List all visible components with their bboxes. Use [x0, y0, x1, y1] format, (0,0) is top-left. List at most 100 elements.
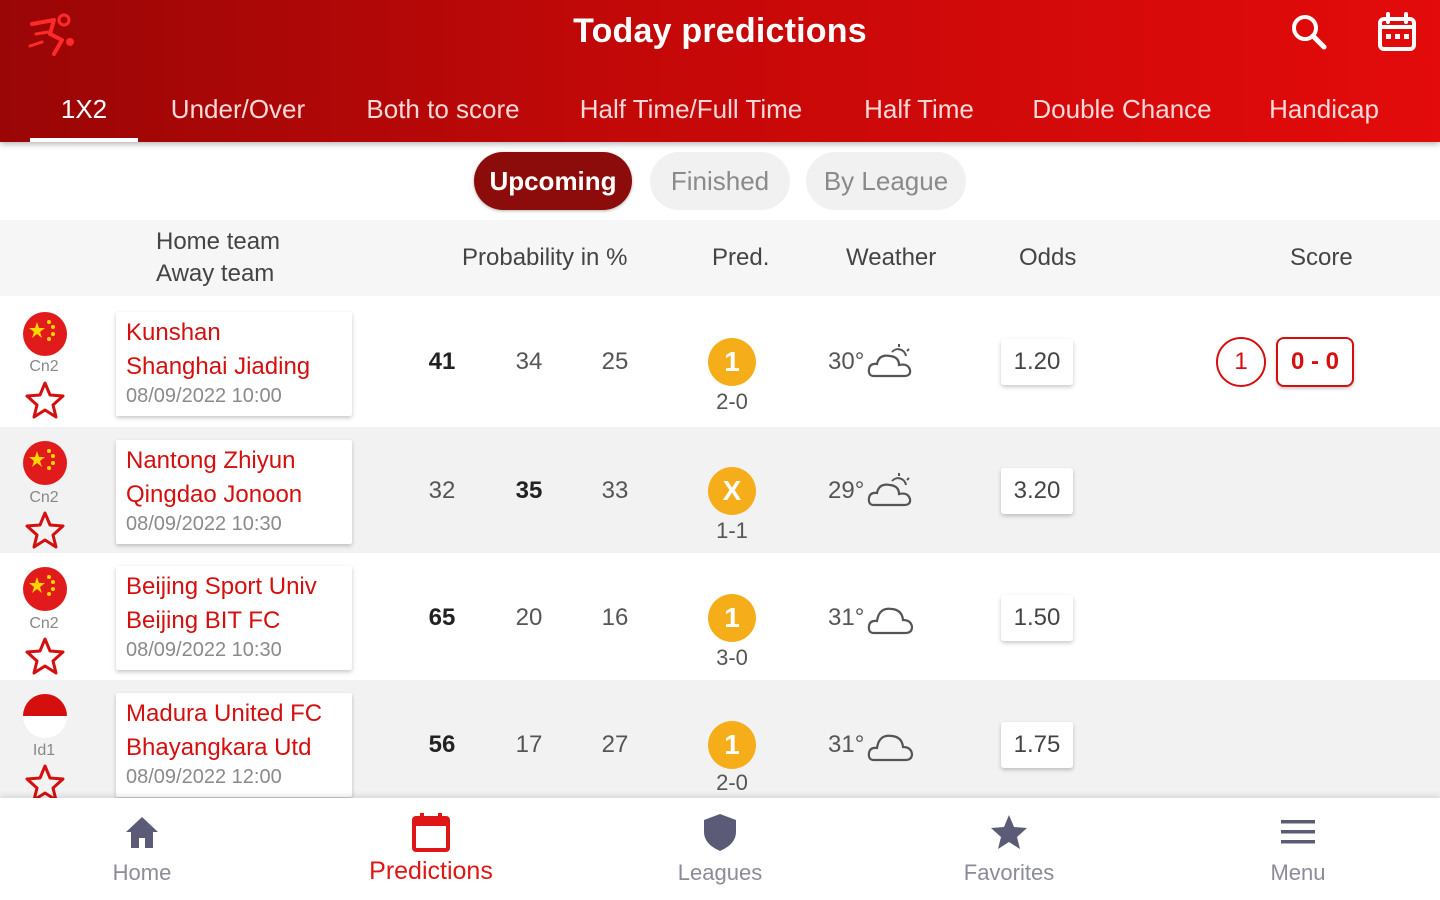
prob-away: 16 — [601, 604, 629, 631]
calendar-icon[interactable] — [1374, 10, 1420, 56]
star-icon — [991, 815, 1027, 849]
sun-cloud-icon — [867, 473, 912, 507]
predicted-score: 3-0 — [716, 645, 748, 670]
home-team: Madura United FC — [126, 700, 323, 727]
nav-menu[interactable]: Menu — [1208, 798, 1388, 900]
odds-button[interactable]: 1.75 — [1001, 722, 1073, 768]
tab-1x2[interactable]: 1X2 — [30, 82, 138, 142]
football-player-logo[interactable] — [24, 6, 80, 62]
match-row[interactable]: Cn2 Beijing Sport Univ Beijing BIT FC 08… — [0, 553, 1440, 680]
tab-under-over[interactable]: Under/Over — [160, 82, 316, 142]
filter-finished[interactable]: Finished — [650, 152, 790, 210]
col-score: Score — [1290, 244, 1353, 271]
tab-half-time[interactable]: Half Time — [856, 82, 982, 142]
filter-upcoming[interactable]: Upcoming — [474, 152, 632, 210]
match-row[interactable]: Cn2 Nantong Zhiyun Qingdao Jonoon 08/09/… — [0, 427, 1440, 553]
sun-cloud-icon — [867, 344, 912, 378]
col-odds: Odds — [1019, 244, 1077, 271]
score-prediction-badge: 1 — [1216, 337, 1266, 387]
cloud-icon — [867, 607, 914, 635]
star-icon[interactable] — [25, 510, 65, 550]
col-weather: Weather — [846, 244, 937, 271]
shield-icon — [704, 814, 736, 851]
col-away-team: Away team — [156, 260, 275, 287]
prob-draw: 20 — [515, 604, 543, 631]
match-card[interactable]: Nantong Zhiyun Qingdao Jonoon 08/09/2022… — [116, 440, 352, 544]
calendar-icon — [412, 813, 450, 852]
nav-favorites[interactable]: Favorites — [919, 798, 1099, 900]
nav-label: Predictions — [369, 857, 493, 885]
odds-button[interactable]: 1.50 — [1001, 595, 1073, 641]
temperature: 31° — [828, 731, 865, 758]
star-icon[interactable] — [25, 380, 65, 420]
menu-icon — [1281, 820, 1315, 844]
prob-draw: 17 — [515, 731, 543, 758]
match-card[interactable]: Kunshan Shanghai Jiading 08/09/2022 10:0… — [116, 312, 352, 416]
home-team: Beijing Sport Univ — [126, 573, 317, 600]
prediction-badge: 1 — [708, 338, 756, 386]
tab-both-to-score[interactable]: Both to score — [360, 82, 526, 142]
away-team: Qingdao Jonoon — [126, 481, 303, 508]
column-header: Home team Away team Probability in % Pre… — [0, 220, 1440, 296]
col-pred: Pred. — [712, 244, 770, 271]
tab-handicap[interactable]: Handicap — [1262, 82, 1386, 142]
tab-half-time-full-time[interactable]: Half Time/Full Time — [572, 82, 810, 142]
nav-label: Home — [112, 860, 172, 885]
app-header: Today predictions 1X2 Under/Over Both to… — [0, 0, 1440, 142]
col-probability: Probability in % — [462, 244, 628, 271]
nav-label: Leagues — [677, 860, 763, 885]
match-card[interactable]: Beijing Sport Univ Beijing BIT FC 08/09/… — [116, 566, 352, 670]
odds-button[interactable]: 3.20 — [1001, 468, 1073, 514]
home-team: Nantong Zhiyun — [126, 447, 296, 474]
temperature: 31° — [828, 604, 865, 631]
star-icon[interactable] — [25, 636, 65, 676]
prediction-type-tabs: 1X2 Under/Over Both to score Half Time/F… — [0, 82, 1440, 142]
predicted-score: 2-0 — [716, 770, 748, 795]
away-team: Shanghai Jiading — [126, 353, 311, 380]
nav-label: Favorites — [963, 860, 1055, 885]
prob-draw: 35 — [515, 477, 543, 504]
china-flag — [23, 567, 67, 611]
match-row[interactable]: Id1 Madura United FC Bhayangkara Utd 08/… — [0, 680, 1440, 802]
china-flag — [23, 441, 67, 485]
league-code: Cn2 — [29, 358, 59, 375]
prob-home: 41 — [428, 348, 456, 375]
china-flag — [23, 312, 67, 356]
prediction-badge: 1 — [708, 721, 756, 769]
predicted-score: 1-1 — [716, 518, 748, 543]
page-title: Today predictions — [573, 12, 867, 50]
home-icon — [126, 817, 158, 848]
match-datetime: 08/09/2022 12:00 — [126, 766, 282, 788]
live-score-badge: 0 - 0 — [1276, 337, 1354, 387]
prediction-badge: 1 — [708, 594, 756, 642]
prob-draw: 34 — [515, 348, 543, 375]
away-team: Beijing BIT FC — [126, 607, 281, 634]
prob-home: 65 — [428, 604, 456, 631]
nav-home[interactable]: Home — [52, 798, 232, 900]
league-code: Cn2 — [29, 615, 59, 632]
prediction-badge: X — [708, 467, 756, 515]
match-datetime: 08/09/2022 10:00 — [126, 385, 282, 407]
match-row[interactable]: Cn2 Kunshan Shanghai Jiading 08/09/2022 … — [0, 296, 1440, 427]
prob-away: 25 — [601, 348, 629, 375]
nav-predictions[interactable]: Predictions — [341, 798, 521, 900]
prob-home: 56 — [428, 731, 456, 758]
match-datetime: 08/09/2022 10:30 — [126, 639, 282, 661]
col-home-team: Home team — [156, 228, 281, 255]
search-icon[interactable] — [1286, 10, 1332, 56]
bottom-navigation: Home Predictions Leagues Favorites Menu — [0, 798, 1440, 900]
star-icon[interactable] — [25, 763, 65, 803]
match-card[interactable]: Madura United FC Bhayangkara Utd 08/09/2… — [116, 693, 352, 797]
prob-away: 33 — [601, 477, 629, 504]
home-team: Kunshan — [126, 319, 221, 346]
odds-button[interactable]: 1.20 — [1001, 339, 1073, 385]
nav-label: Menu — [1270, 860, 1326, 885]
filter-by-league[interactable]: By League — [806, 152, 966, 210]
league-code: Id1 — [32, 742, 56, 759]
indonesia-flag — [23, 694, 67, 738]
nav-leagues[interactable]: Leagues — [630, 798, 810, 900]
temperature: 30° — [828, 348, 865, 375]
away-team: Bhayangkara Utd — [126, 734, 312, 761]
tab-double-chance[interactable]: Double Chance — [1026, 82, 1218, 142]
prob-home: 32 — [428, 477, 456, 504]
